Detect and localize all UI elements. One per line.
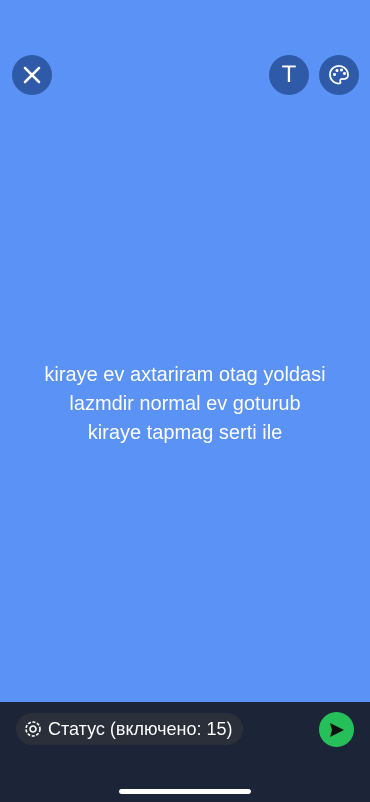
send-icon (329, 722, 344, 737)
color-palette-button[interactable] (319, 55, 359, 95)
text-tool-button[interactable]: T (269, 55, 309, 95)
palette-icon (329, 65, 349, 85)
status-text-line: kiraye ev axtariram otag yoldasi (44, 364, 326, 386)
status-privacy-button[interactable]: Статус (включено: 15) (16, 713, 243, 745)
close-button[interactable] (12, 55, 52, 95)
status-privacy-icon (24, 720, 42, 738)
send-button[interactable] (319, 712, 354, 747)
status-canvas[interactable] (0, 0, 370, 702)
status-privacy-label: Статус (включено: 15) (48, 718, 233, 739)
status-text[interactable]: kiraye ev axtariram otag yoldasi lazmdir… (0, 361, 370, 448)
text-tool-label: T (281, 61, 297, 88)
status-text-line: lazmdir normal ev goturub (69, 393, 301, 415)
status-text-line: kiraye tapmag serti ile (87, 422, 283, 444)
home-indicator (119, 789, 251, 794)
close-icon (23, 66, 41, 84)
